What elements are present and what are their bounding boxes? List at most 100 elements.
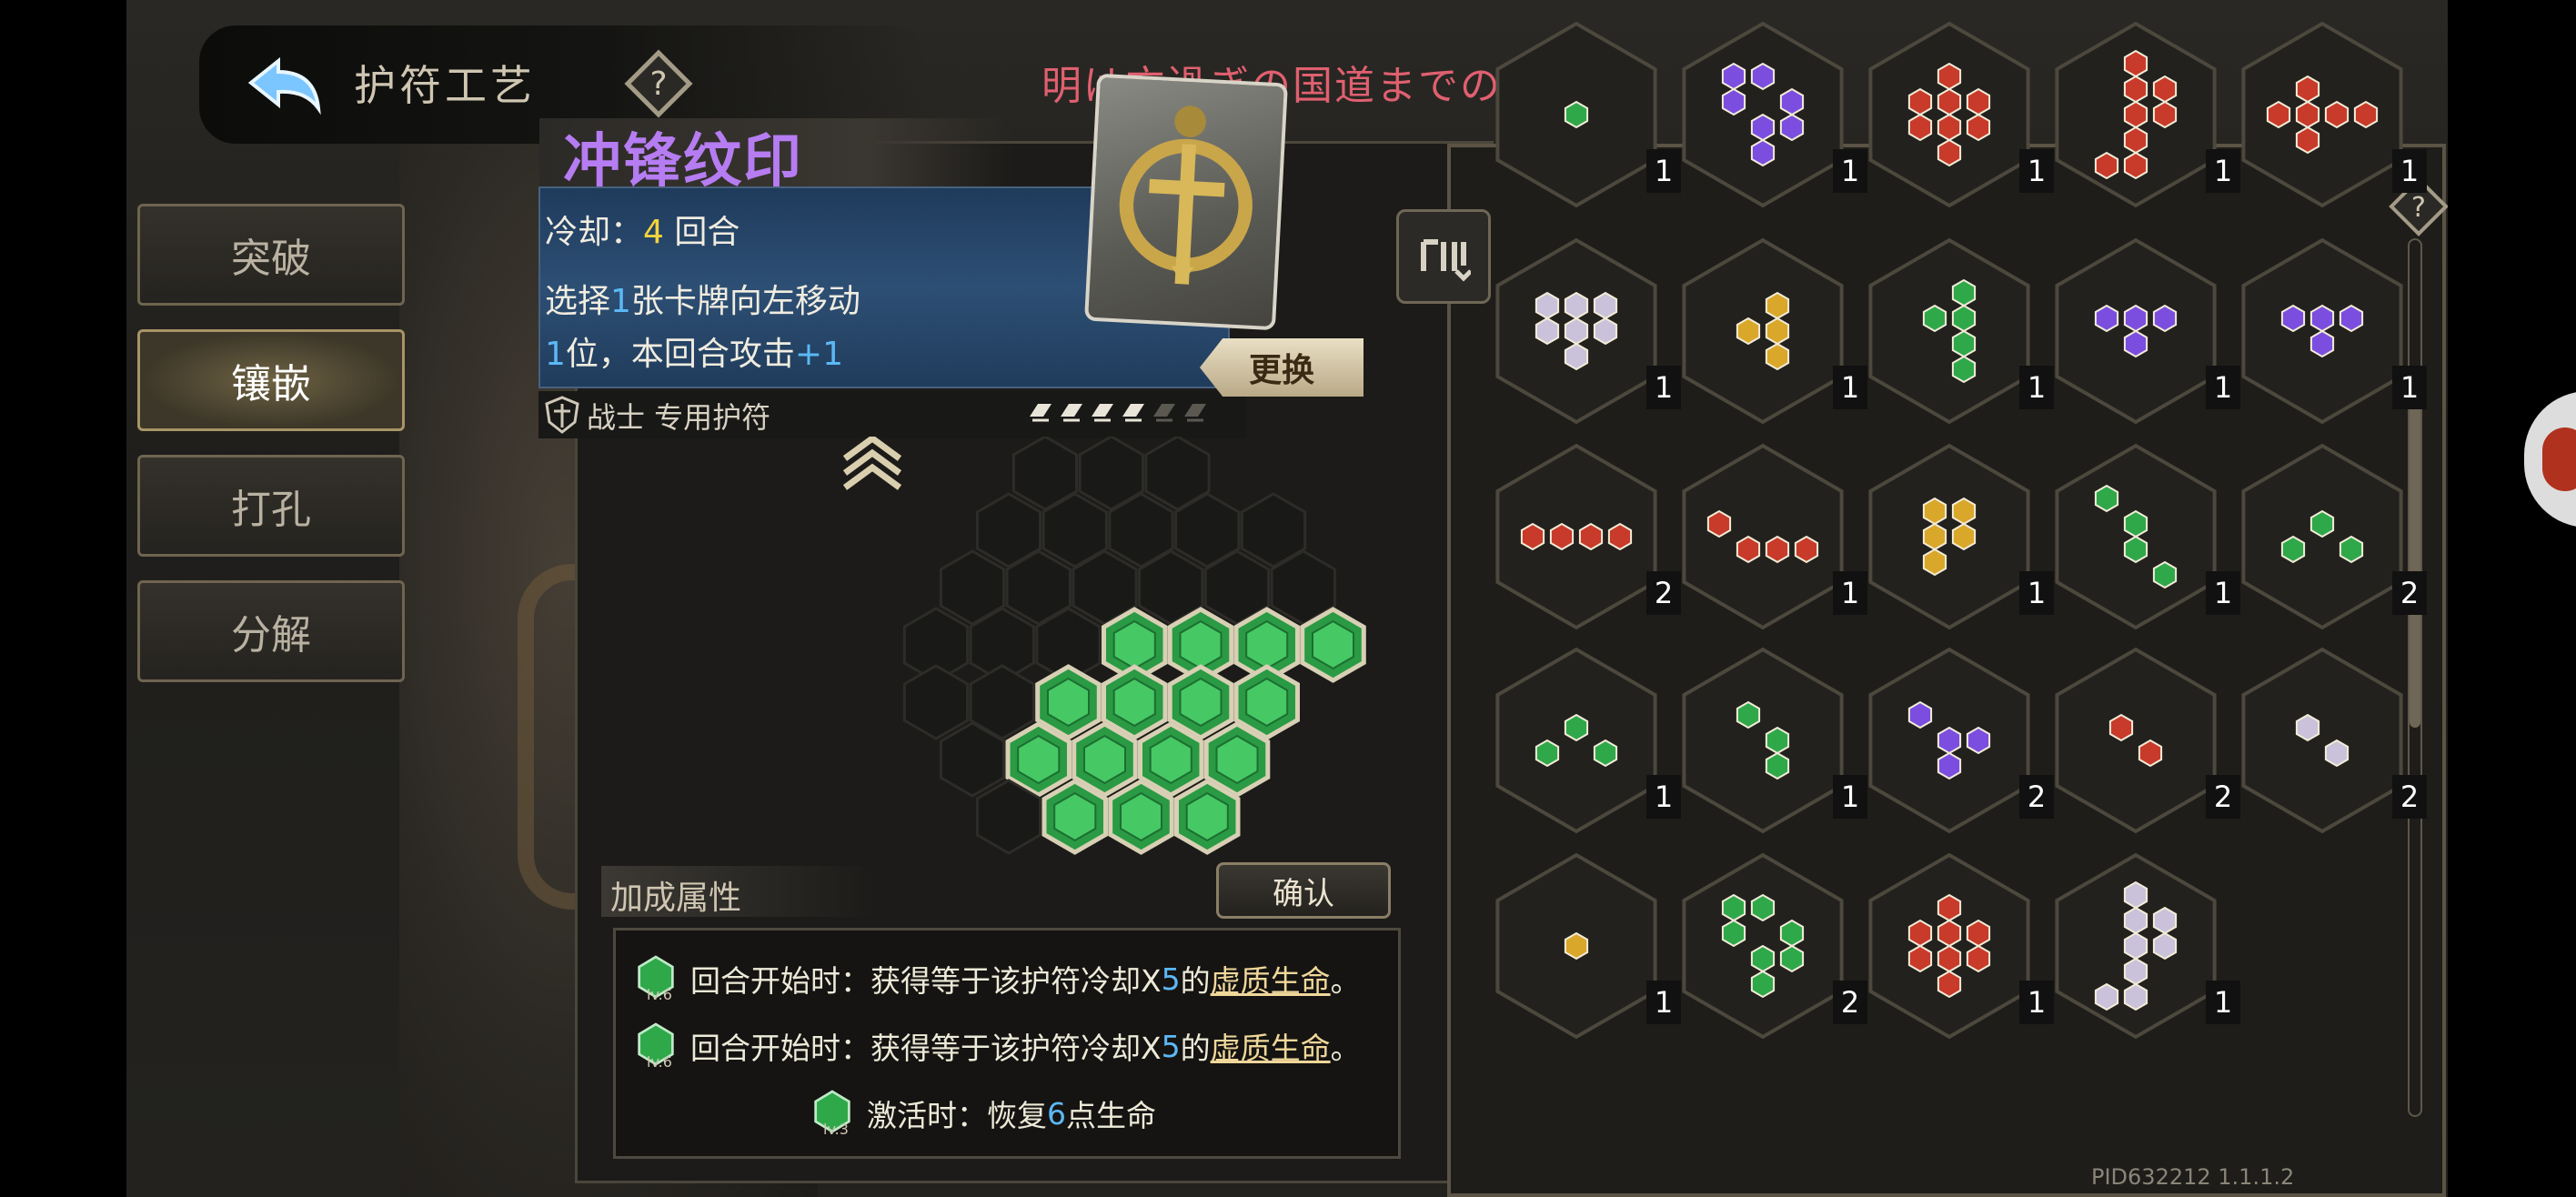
green-gem-icon	[1535, 739, 1560, 768]
desc-bonus: +1	[794, 336, 843, 373]
floating-assist-button[interactable]	[2524, 391, 2576, 528]
red-gem-icon	[2295, 100, 2320, 129]
board-slot[interactable]	[902, 664, 970, 740]
gem-slot-frame	[2055, 443, 2217, 630]
inventory-gem-slot[interactable]: 1	[1863, 850, 2054, 1042]
description-line-2: 1位，本回合攻击+1	[545, 327, 843, 375]
inventory-gem-slot[interactable]: 1	[1863, 18, 2054, 211]
inventory-gem-slot[interactable]: 1	[2049, 440, 2240, 633]
green-gem-icon	[1750, 970, 1776, 999]
inventory-gem-slot[interactable]: 2	[1863, 644, 2054, 837]
gem-slot-frame	[1682, 647, 1844, 834]
inventory-gem-slot[interactable]: 1	[2049, 850, 2240, 1042]
inventory-gem-slot[interactable]: 1	[1490, 644, 1681, 837]
gem-slot-frame	[1868, 237, 2030, 425]
filter-button[interactable]	[1396, 209, 1491, 304]
green-gem-icon	[1951, 278, 1977, 307]
menu-decompose-button[interactable]: 分解	[137, 580, 405, 682]
inventory-gem-slot[interactable]: 1	[1490, 850, 1681, 1042]
white-gem-icon	[2123, 880, 2148, 910]
inventory-gem-slot[interactable]: 2	[2236, 440, 2427, 633]
menu-punch-button[interactable]: 打孔	[137, 455, 405, 557]
yellow-gem-icon	[1951, 522, 1977, 551]
red-gem-icon	[1937, 138, 1962, 167]
red-gem-icon	[2123, 126, 2148, 155]
red-gem-icon	[2123, 75, 2148, 104]
bonus-row: lv.3 激活时：恢复 6 点生命	[812, 1088, 1156, 1139]
gem-count: 2	[2392, 571, 2427, 615]
menu-inlay-button[interactable]: 镶嵌	[137, 329, 405, 431]
inlay-board[interactable]	[836, 437, 1400, 891]
inventory-gem-slot[interactable]: 2	[2236, 644, 2427, 837]
inventory-scroll-thumb[interactable]	[2410, 400, 2420, 728]
gem-slot-frame	[2241, 647, 2403, 834]
green-gem-icon	[1750, 944, 1776, 973]
red-gem-icon	[2295, 126, 2320, 155]
red-gem-icon	[1966, 113, 1991, 142]
red-gem-icon	[1607, 522, 1633, 551]
inventory-gem-slot[interactable]: 1	[1676, 18, 1867, 211]
red-gem-icon	[2123, 100, 2148, 129]
inventory-gem-slot[interactable]: 1	[1863, 235, 2054, 428]
inventory-gem-slot[interactable]: 1	[1863, 440, 2054, 633]
inventory-gem-slot[interactable]: 1	[1676, 440, 1867, 633]
bonus-row: lv.6 回合开始时：获得等于该护符冷却X 5 的虚质生命。	[636, 1021, 1361, 1071]
gem-slot-frame	[2055, 647, 2217, 834]
gem-slot-frame	[2241, 443, 2403, 630]
gem-slot-frame	[2055, 21, 2217, 208]
inventory-gem-slot[interactable]: 1	[1676, 644, 1867, 837]
purple-gem-icon	[1779, 87, 1805, 116]
purple-gem-icon	[2309, 304, 2335, 333]
keyword-link[interactable]: 虚质生命	[1211, 1024, 1331, 1068]
inventory-gem-slot[interactable]: 2	[2049, 644, 2240, 837]
gem-slot-frame	[1495, 852, 1657, 1040]
purple-gem-icon	[1779, 113, 1805, 142]
yellow-gem-icon	[1564, 931, 1589, 961]
amulet-card-image[interactable]	[1084, 73, 1288, 331]
help-button[interactable]: ?	[622, 47, 695, 120]
purple-gem-icon	[1937, 726, 1962, 755]
cooldown-unit: 回合	[674, 214, 740, 251]
inventory-gem-slot[interactable]: 1	[1490, 235, 1681, 428]
green-gem-icon	[2339, 535, 2364, 564]
desc-number: 1	[610, 283, 631, 320]
inventory-gem-slot[interactable]: 1	[2236, 235, 2427, 428]
inventory-gem-slot[interactable]: 1	[2049, 18, 2240, 211]
inventory-gem-slot[interactable]: 1	[2049, 235, 2240, 428]
inventory-gem-slot[interactable]: 2	[1676, 850, 1867, 1042]
green-gem-icon	[2123, 509, 2148, 538]
red-gem-icon	[2152, 100, 2178, 129]
red-gem-icon	[1966, 87, 1991, 116]
yellow-gem-icon	[1736, 317, 1761, 346]
green-gem-icon	[1564, 713, 1589, 742]
red-gem-icon	[1736, 535, 1761, 564]
desc-text: 张卡牌向左移动	[630, 283, 860, 320]
inventory-gem-slot[interactable]: 1	[2236, 18, 2427, 211]
swap-button[interactable]: 更换	[1200, 338, 1363, 397]
green-gem-icon	[1564, 100, 1589, 129]
confirm-button[interactable]: 确认	[1216, 862, 1391, 919]
rank-up-chevron-icon	[842, 437, 902, 490]
red-gem-icon	[1937, 87, 1962, 116]
menu-breakthrough-button[interactable]: 突破	[137, 204, 405, 306]
inventory-gem-slot[interactable]: 1	[1490, 18, 1681, 211]
green-gem-icon	[2152, 560, 2178, 589]
purple-gem-icon	[2309, 329, 2335, 358]
white-gem-icon	[2123, 931, 2148, 961]
inventory-gem-slot[interactable]: 1	[1676, 235, 1867, 428]
rank-star-icon	[1061, 404, 1082, 422]
green-gem-icon	[2309, 509, 2335, 538]
hex-frame	[1868, 237, 2030, 425]
red-gem-icon	[1966, 919, 1991, 948]
inventory-gem-slot[interactable]: 2	[1490, 440, 1681, 633]
purple-gem-icon	[1966, 726, 1991, 755]
green-gem-icon	[2280, 535, 2306, 564]
green-gem-icon	[1951, 355, 1977, 384]
keyword-link[interactable]: 虚质生命	[1211, 957, 1331, 1001]
red-gem-icon	[2266, 100, 2291, 129]
back-button[interactable]	[236, 44, 336, 126]
cooldown-value: 4	[643, 214, 664, 251]
gem-slot-frame	[1868, 647, 2030, 834]
description-line-1: 选择1张卡牌向左移动	[545, 275, 860, 322]
green-gem-icon	[1736, 700, 1761, 729]
